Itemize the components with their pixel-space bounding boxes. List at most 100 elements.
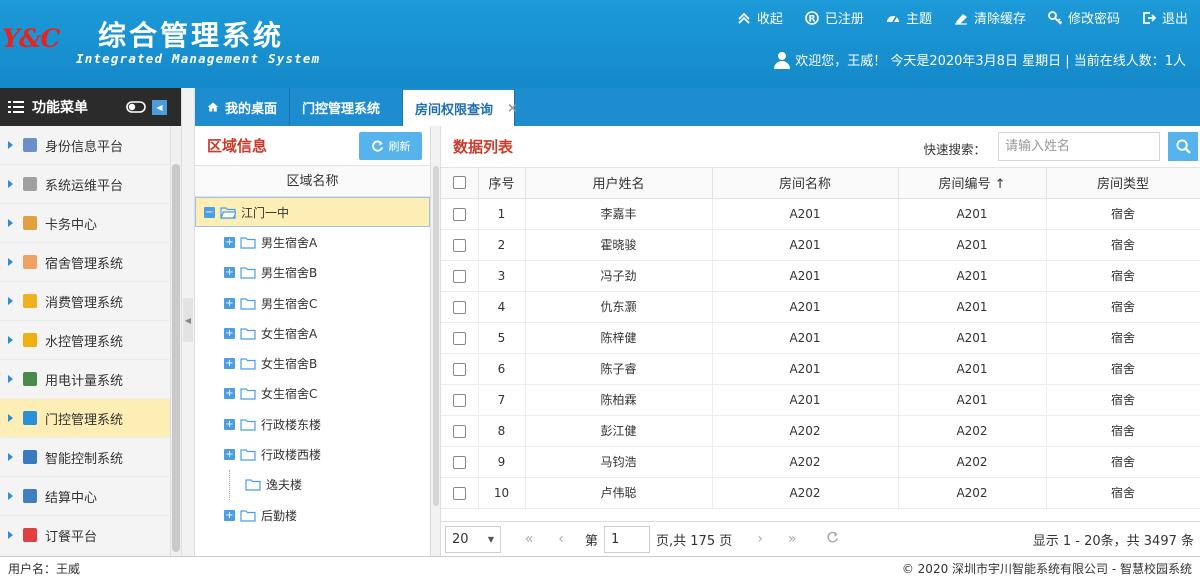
menu-scroll-thumb[interactable] — [172, 164, 180, 552]
expand-icon[interactable]: + — [224, 236, 235, 248]
header-link-0[interactable]: 收起 — [737, 8, 783, 27]
expand-icon[interactable]: + — [224, 418, 235, 430]
splitter-handle[interactable]: ◀ — [183, 298, 193, 342]
table-row[interactable]: 1 李嘉丰 A201 A201 宿舍 — [441, 198, 1200, 230]
menu-item-3[interactable]: 宿舍管理系统 — [0, 243, 170, 282]
app-subtitle: Integrated Management System — [76, 51, 321, 66]
last-page-button[interactable]: » — [776, 531, 808, 547]
table-row[interactable]: 8 彭江健 A202 A202 宿舍 — [441, 415, 1200, 447]
table-row[interactable]: 7 陈柏霖 A201 A201 宿舍 — [441, 384, 1200, 416]
menu-item-label: 用电计量系统 — [45, 373, 124, 389]
row-checkbox[interactable] — [452, 455, 466, 469]
collapse-menu-button[interactable]: ◀ — [152, 99, 167, 115]
folder-icon — [240, 267, 256, 279]
expand-icon[interactable]: + — [224, 388, 235, 400]
welcome-text: 欢迎您，王威！ 今天是2020年3月8日 星期日 | 当前在线人数：1人 — [795, 54, 1186, 69]
tree-scrollbar[interactable] — [433, 166, 439, 506]
toggle-icon[interactable] — [126, 101, 146, 113]
row-select-cell — [441, 384, 479, 416]
table-row[interactable]: 5 陈梓健 A201 A201 宿舍 — [441, 322, 1200, 354]
menu-item-4[interactable]: 消费管理系统 — [0, 282, 170, 321]
tree-node-10[interactable]: + 后勤楼 — [195, 500, 430, 530]
row-checkbox[interactable] — [452, 362, 466, 376]
row-checkbox[interactable] — [452, 393, 466, 407]
tree-node-3[interactable]: + 男生宿舍C — [195, 288, 430, 318]
expand-icon[interactable]: + — [224, 267, 235, 279]
menu-item-8[interactable]: 智能控制系统 — [0, 438, 170, 477]
refresh-button[interactable]: 刷新 — [359, 132, 422, 160]
row-checkbox[interactable] — [452, 300, 466, 314]
menu-item-6[interactable]: 用电计量系统 — [0, 360, 170, 399]
next-page-button[interactable]: › — [744, 531, 776, 547]
search-input[interactable] — [998, 132, 1160, 161]
prev-page-button[interactable]: ‹ — [545, 531, 577, 547]
column-header-1[interactable]: 用户姓名 — [525, 168, 713, 199]
table-cell: 9 — [478, 446, 526, 478]
tab-0[interactable]: 我的桌面 — [195, 88, 290, 126]
menu-item-10[interactable]: 订餐平台 — [0, 516, 170, 555]
tree-node-2[interactable]: + 男生宿舍B — [195, 258, 430, 288]
header-link-5[interactable]: 退出 — [1142, 8, 1188, 27]
tab-2[interactable]: 房间权限查询 × — [403, 88, 518, 126]
row-checkbox[interactable] — [452, 424, 466, 438]
row-checkbox[interactable] — [452, 486, 466, 500]
pane-splitter[interactable] — [431, 126, 441, 556]
expand-icon[interactable]: + — [224, 297, 235, 309]
table-row[interactable]: 9 马钧浩 A202 A202 宿舍 — [441, 446, 1200, 478]
collapse-icon[interactable]: − — [204, 206, 215, 218]
tree-node-6[interactable]: + 女生宿舍C — [195, 379, 430, 409]
menu-item-5[interactable]: 水控管理系统 — [0, 321, 170, 360]
close-tab-icon[interactable]: × — [507, 101, 518, 116]
expand-arrow-icon — [8, 336, 13, 344]
menu-item-0[interactable]: 身份信息平台 — [0, 126, 170, 165]
table-row[interactable]: 2 霍晓骏 A201 A201 宿舍 — [441, 229, 1200, 261]
table-row[interactable]: 10 卢伟聪 A202 A202 宿舍 — [441, 477, 1200, 509]
row-checkbox[interactable] — [452, 331, 466, 345]
tab-1[interactable]: 门控管理系统 — [290, 88, 403, 126]
expand-icon[interactable]: + — [224, 327, 235, 339]
column-header-2[interactable]: 房间名称 — [712, 168, 899, 199]
first-page-button[interactable]: « — [513, 531, 545, 547]
menu-item-2[interactable]: 卡务中心 — [0, 204, 170, 243]
tree-node-1[interactable]: + 男生宿舍A — [195, 227, 430, 257]
header-link-1[interactable]: R 已注册 — [805, 8, 864, 27]
menu-splitter[interactable]: ◀ — [181, 88, 195, 556]
menu-item-7[interactable]: 门控管理系统 — [0, 399, 170, 438]
column-header-3[interactable]: 房间编号 ↑ — [898, 168, 1047, 199]
top-header: Y&C 综合管理系统 Integrated Management System … — [0, 0, 1200, 88]
header-link-3[interactable]: 清除缓存 — [954, 8, 1026, 27]
table-row[interactable]: 3 冯子劲 A201 A201 宿舍 — [441, 260, 1200, 292]
column-header-4[interactable]: 房间类型 — [1046, 168, 1200, 199]
tree-node-0[interactable]: − 江门一中 — [195, 197, 430, 228]
column-header-0[interactable]: 序号 — [478, 168, 526, 199]
menu-item-1[interactable]: 系统运维平台 — [0, 165, 170, 204]
tree-node-5[interactable]: + 女生宿舍B — [195, 348, 430, 378]
row-checkbox[interactable] — [452, 238, 466, 252]
table-cell: A201 — [712, 260, 899, 292]
table-row[interactable]: 6 陈子睿 A201 A201 宿舍 — [441, 353, 1200, 385]
reload-page-button[interactable] — [816, 531, 848, 548]
header-link-4[interactable]: 修改密码 — [1048, 8, 1120, 27]
expand-icon[interactable]: + — [224, 358, 235, 370]
row-checkbox[interactable] — [452, 207, 466, 221]
tree-node-4[interactable]: + 女生宿舍A — [195, 318, 430, 348]
page-input[interactable]: 1 — [604, 525, 651, 553]
tree-node-8[interactable]: + 行政楼西楼 — [195, 439, 430, 469]
menu-scrollbar[interactable] — [170, 126, 181, 556]
header-link-2[interactable]: 主题 — [886, 8, 932, 27]
tree-node-9[interactable]: 逸夫楼 — [195, 469, 430, 500]
table-cell: 霍晓骏 — [525, 229, 713, 261]
menu-item-9[interactable]: 结算中心 — [0, 477, 170, 516]
row-checkbox[interactable] — [452, 269, 466, 283]
table-row[interactable]: 4 仇东灏 A201 A201 宿舍 — [441, 291, 1200, 323]
dashboard-icon — [886, 15, 899, 22]
search-button[interactable] — [1168, 132, 1198, 161]
expand-icon[interactable]: + — [224, 449, 235, 461]
page-size-select[interactable]: 20 ▼ — [445, 525, 501, 553]
area-panel-header: 区域信息 刷新 — [195, 126, 430, 166]
tree-node-7[interactable]: + 行政楼东楼 — [195, 409, 430, 439]
expand-icon[interactable]: + — [224, 509, 235, 521]
tree-node-label: 江门一中 — [241, 205, 290, 220]
select-all-checkbox[interactable] — [452, 176, 466, 190]
menu-item-icon — [23, 216, 37, 230]
